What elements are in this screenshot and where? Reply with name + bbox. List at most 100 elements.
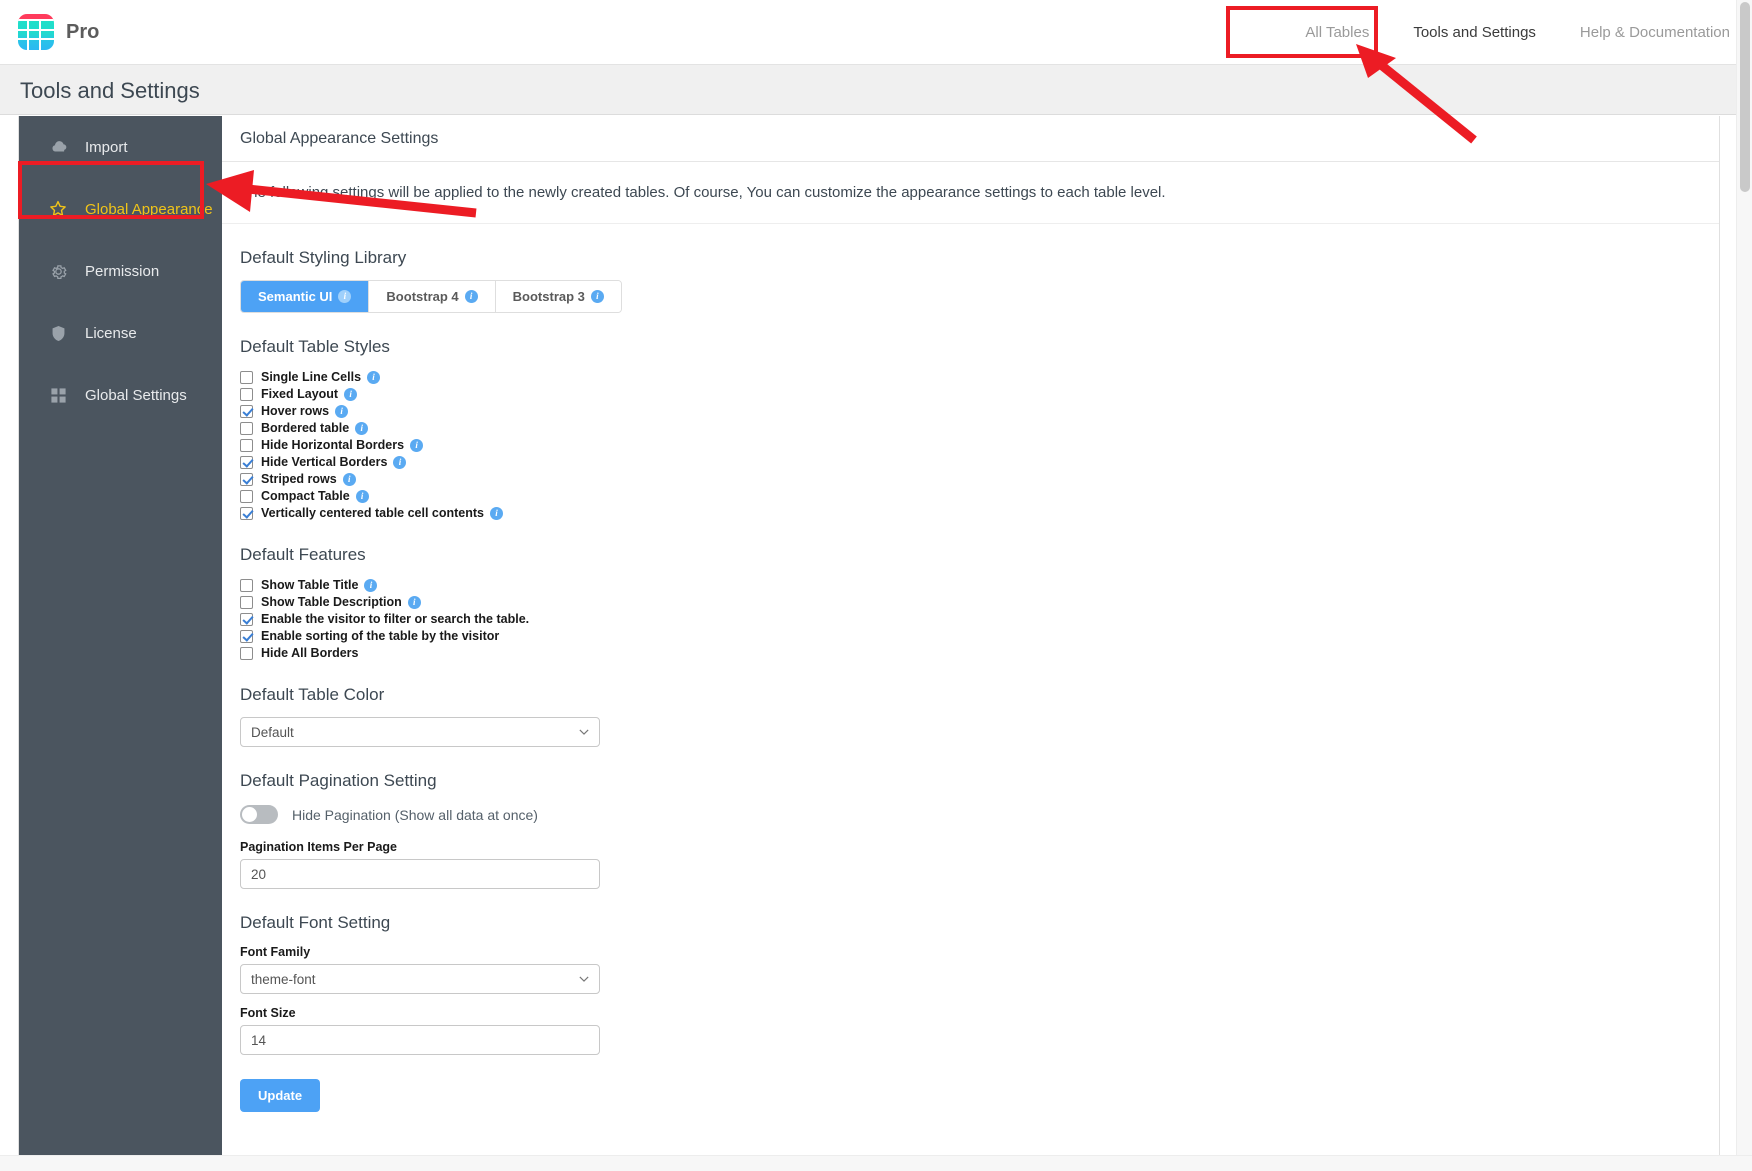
info-icon[interactable]: i xyxy=(407,595,421,609)
checkbox-row[interactable]: Show Table Description i xyxy=(240,594,1701,610)
checkbox-row[interactable]: Compact Table i xyxy=(240,488,1701,504)
horizontal-scrollbar[interactable] xyxy=(0,1155,1752,1171)
checkbox-row[interactable]: Enable sorting of the table by the visit… xyxy=(240,628,1701,644)
font-family-select[interactable]: theme-font xyxy=(240,964,600,994)
table-color-title: Default Table Color xyxy=(240,685,385,704)
checkbox[interactable] xyxy=(240,455,253,469)
font-size-value: 14 xyxy=(251,1032,267,1048)
toggle-knob xyxy=(242,807,257,822)
info-icon[interactable]: i xyxy=(355,421,369,435)
checkbox[interactable] xyxy=(240,578,253,592)
sidebar-item-license[interactable]: License xyxy=(19,302,222,364)
checkbox-row[interactable]: Striped rows i xyxy=(240,471,1701,487)
sidebar-item-label: Global Settings xyxy=(85,386,187,404)
checkbox[interactable] xyxy=(240,612,253,626)
info-icon[interactable]: i xyxy=(342,472,356,486)
checkbox[interactable] xyxy=(240,506,253,520)
info-icon[interactable]: i xyxy=(490,506,504,520)
pagination-title: Default Pagination Setting xyxy=(240,771,437,790)
table-styles-list: Single Line Cells i Fixed Layout i Hover r… xyxy=(240,369,1701,521)
page-title: Tools and Settings xyxy=(20,78,200,103)
hide-pagination-toggle[interactable] xyxy=(240,805,278,824)
chevron-down-icon xyxy=(579,976,589,982)
info-icon[interactable]: i xyxy=(338,290,352,303)
sidebar-item-global-settings[interactable]: Global Settings xyxy=(19,364,222,426)
update-button[interactable]: Update xyxy=(240,1079,321,1112)
checkbox-row[interactable]: Bordered table i xyxy=(240,420,1701,436)
checkbox-label: Striped rows xyxy=(261,472,337,486)
vertical-scrollbar[interactable] xyxy=(1736,0,1752,1171)
info-icon[interactable]: i xyxy=(410,438,424,452)
top-bar: Pro All Tables Tools and Settings Help &… xyxy=(0,0,1752,65)
checkbox[interactable] xyxy=(240,438,253,452)
option-label: Bootstrap 4 xyxy=(386,289,459,304)
checkbox-row[interactable]: Hover rows i xyxy=(240,403,1701,419)
checkbox-label: Hide Vertical Borders xyxy=(261,455,388,469)
checkbox[interactable] xyxy=(240,629,253,643)
info-icon[interactable]: i xyxy=(355,489,369,503)
table-color-select[interactable]: Default xyxy=(240,717,600,747)
checkbox-label: Compact Table xyxy=(261,489,350,503)
brand[interactable]: Pro xyxy=(18,14,99,50)
shield-icon xyxy=(47,322,69,344)
page-header: Tools and Settings xyxy=(0,65,1752,115)
info-icon[interactable]: i xyxy=(364,578,378,592)
nav-item-all-tables[interactable]: All Tables xyxy=(1283,0,1391,65)
checkbox-row[interactable]: Fixed Layout i xyxy=(240,386,1701,402)
info-icon[interactable]: i xyxy=(344,387,358,401)
styling-library-option-bootstrap-4[interactable]: Bootstrap 4 i xyxy=(369,281,496,312)
sidebar-item-label: Permission xyxy=(85,262,160,280)
checkbox-row[interactable]: Hide Vertical Borders i xyxy=(240,454,1701,470)
styling-library-tabs: Semantic UI i Bootstrap 4 i Bootstrap 3 … xyxy=(240,280,622,313)
styling-library-option-bootstrap-3[interactable]: Bootstrap 3 i xyxy=(495,281,621,312)
sidebar-item-import[interactable]: Import xyxy=(19,116,222,178)
grid-icon xyxy=(47,384,69,406)
info-icon[interactable]: i xyxy=(367,370,381,384)
vertical-scrollbar-thumb[interactable] xyxy=(1740,2,1750,192)
sidebar-item-permission[interactable]: Permission xyxy=(19,240,222,302)
checkbox-label: Bordered table xyxy=(261,421,350,435)
table-color-value: Default xyxy=(251,724,294,740)
items-per-page-input[interactable]: 20 xyxy=(240,859,600,889)
checkbox-label: Show Table Description xyxy=(261,595,402,609)
checkbox-row[interactable]: Single Line Cells i xyxy=(240,369,1701,385)
hide-pagination-row: Hide Pagination (Show all data at once) xyxy=(240,805,1701,824)
sidebar-item-global-appearance[interactable]: Global Appearance xyxy=(19,178,222,240)
checkbox-row[interactable]: Show Table Title i xyxy=(240,577,1701,593)
checkbox-row[interactable]: Hide Horizontal Borders i xyxy=(240,437,1701,453)
checkbox-label: Show Table Title xyxy=(261,578,359,592)
font-setting-title: Default Font Setting xyxy=(240,913,391,932)
checkbox-label: Vertically centered table cell contents xyxy=(261,506,485,520)
checkbox-row[interactable]: Vertically centered table cell contents i xyxy=(240,505,1701,521)
settings-sidebar: Import Global Appearance Permission Lice… xyxy=(19,116,222,1161)
checkbox-row[interactable]: Enable the visitor to filter or search t… xyxy=(240,611,1701,627)
checkbox[interactable] xyxy=(240,489,253,503)
checkbox[interactable] xyxy=(240,421,253,435)
checkbox[interactable] xyxy=(240,387,253,401)
checkbox[interactable] xyxy=(240,595,253,609)
checkbox-label: Hide Horizontal Borders xyxy=(261,438,405,452)
checkbox[interactable] xyxy=(240,646,253,660)
checkbox-label: Hide All Borders xyxy=(261,646,359,660)
nav-item-help-documentation[interactable]: Help & Documentation xyxy=(1558,0,1752,65)
settings-content: Global Appearance Settings The following… xyxy=(222,116,1719,1161)
font-size-input[interactable]: 14 xyxy=(240,1025,600,1055)
info-icon[interactable]: i xyxy=(335,404,349,418)
checkbox[interactable] xyxy=(240,370,253,384)
checkbox[interactable] xyxy=(240,472,253,486)
styling-library-option-semantic-ui[interactable]: Semantic UI i xyxy=(241,281,370,312)
info-icon[interactable]: i xyxy=(393,455,407,469)
nav-item-tools-and-settings[interactable]: Tools and Settings xyxy=(1391,0,1558,65)
info-icon[interactable]: i xyxy=(590,290,604,303)
styling-library-title: Default Styling Library xyxy=(240,248,407,267)
features-list: Show Table Title i Show Table Description… xyxy=(240,577,1701,661)
info-icon[interactable]: i xyxy=(464,290,478,303)
items-per-page-label: Pagination Items Per Page xyxy=(240,840,397,854)
checkbox[interactable] xyxy=(240,404,253,418)
features-title: Default Features xyxy=(240,545,366,564)
font-size-label: Font Size xyxy=(240,1006,296,1020)
sidebar-item-label: Import xyxy=(85,138,128,156)
gear-icon xyxy=(47,260,69,282)
checkbox-row[interactable]: Hide All Borders xyxy=(240,645,1701,661)
chevron-down-icon xyxy=(579,729,589,735)
